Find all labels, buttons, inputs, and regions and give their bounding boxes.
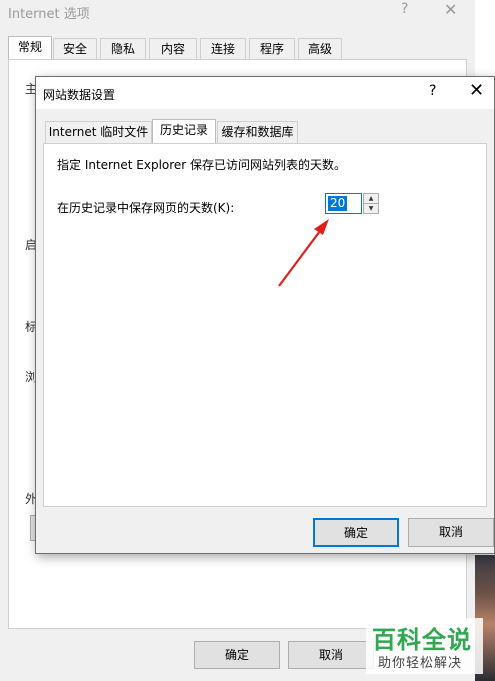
red-arrow-annotation [278, 219, 329, 287]
arrow-head [314, 219, 329, 235]
watermark-logo: 百科全说 助你轻松解决 [366, 618, 483, 674]
arrow-shaft [278, 230, 321, 287]
watermark-subtitle: 助你轻松解决 [378, 656, 463, 671]
watermark-title: 百科全说 [372, 626, 472, 654]
